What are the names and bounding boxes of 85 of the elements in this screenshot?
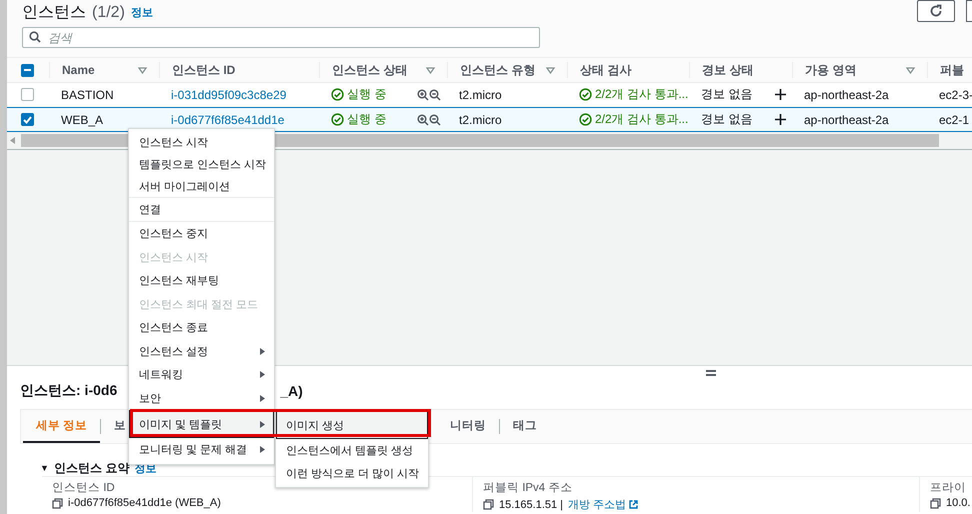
details-title-end: _A) [280, 383, 303, 399]
select-all-checkbox[interactable] [21, 64, 34, 76]
field-label: 퍼블릭 IPv4 주소 [483, 481, 574, 495]
column-header[interactable]: 인스턴스 유형 [460, 62, 536, 78]
plus-icon[interactable] [775, 114, 786, 125]
refresh-icon [929, 4, 943, 18]
field-label: 인스턴스 ID [52, 481, 116, 495]
menu-item[interactable]: 템플릿으로 인스턴스 시작 [129, 153, 274, 175]
caret-icon [260, 446, 265, 454]
alarm-status: 경보 없음 [701, 111, 752, 128]
caret-icon [260, 371, 265, 378]
details-tab[interactable]: 니터링 [437, 410, 500, 443]
filter-triangle-icon[interactable] [546, 66, 555, 74]
menu-item[interactable]: 연결 [129, 198, 274, 221]
plus-icon[interactable] [775, 89, 786, 100]
row-checkbox[interactable] [21, 113, 34, 126]
collapse-toggle[interactable]: ▼ [40, 463, 49, 473]
submenu-item[interactable]: 인스턴스에서 템플릿 생성 [276, 439, 428, 462]
check-circle-icon [331, 88, 344, 101]
caret-icon [260, 348, 265, 355]
instance-id-link[interactable]: i-0d677f6f85e41dd1e [171, 112, 284, 126]
check-circle-icon [579, 88, 592, 101]
field-label: 프라이 [930, 481, 967, 495]
menu-item[interactable]: 네트워킹 [129, 363, 274, 386]
menu-item[interactable]: 서버 마이그레이션 [129, 175, 274, 197]
filter-triangle-icon[interactable] [906, 66, 915, 74]
copy-icon[interactable] [930, 498, 941, 508]
zoom-in-icon[interactable] [417, 88, 429, 100]
filter-triangle-icon[interactable] [138, 66, 147, 74]
column-header[interactable]: 인스턴스 ID [172, 62, 236, 78]
actions-button[interactable] [966, 0, 972, 22]
search-field[interactable]: 검색 [22, 27, 540, 48]
alarm-status: 경보 없음 [701, 86, 752, 103]
copy-icon[interactable] [483, 499, 494, 510]
check-circle-icon [331, 113, 344, 126]
instance-type: t2.micro [459, 112, 502, 126]
menu-item[interactable]: 인스턴스 시작 [129, 131, 274, 153]
instance-state: 실행 중 [347, 86, 386, 103]
menu-item[interactable]: 인스턴스 설정 [129, 340, 274, 363]
refresh-button[interactable] [917, 0, 955, 22]
zoom-out-icon[interactable] [429, 88, 441, 100]
resize-handle[interactable] [706, 370, 716, 376]
column-header[interactable]: 가용 영역 [805, 62, 856, 78]
menu-item[interactable]: 인스턴스 중지 [129, 222, 274, 246]
caret-icon [260, 420, 265, 428]
public-dns: ec2-1 [939, 112, 970, 126]
section-title: 인스턴스 요약 [54, 460, 130, 476]
submenu-item[interactable]: 이런 방식으로 더 많이 시작 [276, 462, 428, 485]
dash-icon [24, 69, 31, 71]
field-value: 15.165.1.51 | [499, 498, 564, 510]
copy-icon[interactable] [52, 498, 63, 508]
instance-state: 실행 중 [347, 111, 386, 128]
info-link[interactable]: 정보 [130, 5, 153, 20]
column-header[interactable]: 경보 상태 [702, 62, 754, 78]
column-header[interactable]: Name [62, 63, 95, 77]
column-header[interactable]: 인스턴스 상태 [332, 62, 408, 78]
page-title: 인스턴스 [22, 3, 86, 23]
menu-item[interactable]: 보안 [129, 386, 274, 410]
column-header[interactable]: 퍼블 [940, 62, 964, 78]
filter-triangle-icon[interactable] [426, 66, 435, 74]
menu-item[interactable]: 인스턴스 재부팅 [129, 269, 274, 292]
field-value: 10.0. [946, 497, 970, 509]
instance-id-link[interactable]: i-031dd95f09c3c8e29 [171, 88, 286, 102]
details-title: 인스턴스: i-0d6 [20, 382, 118, 400]
instance-name: BASTION [61, 88, 114, 102]
checkmark-icon [23, 116, 32, 124]
caret-icon [260, 394, 265, 402]
instance-type: t2.micro [459, 88, 502, 102]
details-tab[interactable]: 태그 [500, 410, 550, 443]
row-checkbox[interactable] [21, 88, 34, 101]
availability-zone: ap-northeast-2a [804, 112, 889, 126]
address-link[interactable]: 개방 주소법 [568, 497, 638, 512]
search-icon [29, 31, 41, 43]
menu-item[interactable]: 인스턴스 종료 [129, 316, 274, 340]
availability-zone: ap-northeast-2a [804, 88, 889, 102]
external-link-icon [629, 500, 638, 509]
zoom-in-icon[interactable] [417, 114, 429, 126]
instance-count: (1/2) [92, 4, 125, 22]
status-check: 2/2개 검사 통과... [595, 86, 688, 103]
zoom-out-icon[interactable] [429, 114, 441, 126]
check-circle-icon [579, 113, 592, 126]
instance-name: WEB_A [61, 112, 104, 126]
field-value: i-0d677f6f85e41dd1e (WEB_A) [68, 497, 221, 509]
column-header[interactable]: 상태 검사 [580, 62, 632, 78]
status-check: 2/2개 검사 통과... [595, 111, 688, 128]
